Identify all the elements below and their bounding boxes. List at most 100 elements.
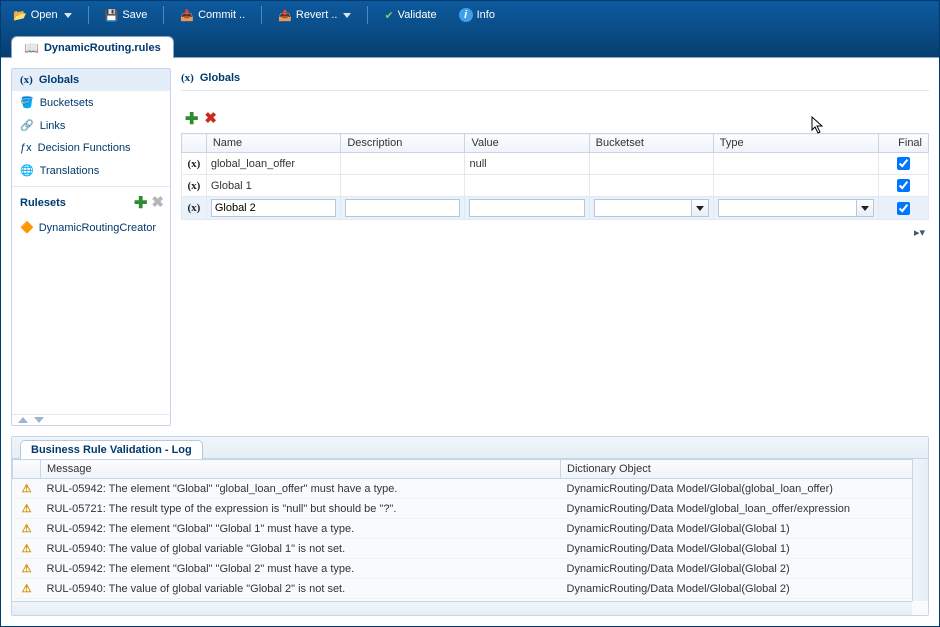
log-col-object[interactable]: Dictionary Object [561, 460, 928, 479]
col-name[interactable]: Name [206, 134, 341, 153]
log-msg: RUL-05721: The result type of the expres… [41, 499, 561, 519]
delete-row-icon[interactable]: ✖ [204, 109, 217, 129]
chevron-down-icon [343, 13, 351, 18]
log-row[interactable]: ⚠RUL-05940: The value of global variable… [13, 579, 928, 599]
ruleset-icon: 🔶 [20, 221, 34, 234]
add-row-icon[interactable]: ✚ [185, 109, 198, 129]
info-icon: i [459, 8, 473, 22]
save-button[interactable]: 💾 Save [99, 7, 154, 24]
log-header-row: Message Dictionary Object [13, 460, 928, 479]
open-button[interactable]: 📂 Open [7, 7, 78, 24]
log-row[interactable]: ⚠RUL-05940: The value of global variable… [13, 539, 928, 559]
cell-value[interactable]: null [465, 153, 589, 175]
cell-description[interactable] [341, 153, 465, 175]
x-icon: (x) [181, 72, 194, 84]
log-col-message[interactable]: Message [41, 460, 561, 479]
info-button[interactable]: i Info [453, 6, 501, 24]
dropdown-button[interactable] [691, 199, 709, 217]
rulesets-label: Rulesets [20, 197, 66, 209]
cell-bucketset[interactable] [589, 153, 713, 175]
col-description[interactable]: Description [341, 134, 465, 153]
col-type[interactable]: Type [713, 134, 879, 153]
cell-name[interactable]: global_loan_offer [206, 153, 341, 175]
name-input[interactable] [211, 199, 337, 217]
sidebar-item-decision-functions[interactable]: ƒx Decision Functions [12, 137, 170, 159]
final-checkbox[interactable] [897, 202, 910, 215]
disk-icon: 💾 [105, 9, 119, 22]
cell-type[interactable] [713, 175, 879, 197]
sidebar-item-translations[interactable]: 🌐 Translations [12, 159, 170, 182]
cell-type[interactable] [713, 153, 879, 175]
app-window: 📂 Open 💾 Save 📥 Commit .. 📤 Revert .. ✔ … [0, 0, 940, 627]
delete-ruleset-icon[interactable]: ✖ [151, 193, 164, 213]
ruleset-label: DynamicRoutingCreator [39, 222, 156, 234]
log-row[interactable]: ⚠RUL-05942: The element "Global" "global… [13, 479, 928, 499]
table-row[interactable]: (x) Global 1 [182, 175, 929, 197]
log-msg: RUL-05942: The element "Global" "Global … [41, 559, 561, 579]
log-obj: DynamicRouting/Data Model/Global(Global … [561, 519, 928, 539]
cell-type[interactable] [713, 197, 879, 220]
dropdown-button[interactable] [856, 199, 874, 217]
table-row[interactable]: (x) [182, 197, 929, 220]
cell-name[interactable] [206, 197, 341, 220]
separator [88, 6, 89, 24]
move-down-icon[interactable] [34, 417, 44, 423]
vertical-scrollbar[interactable] [912, 459, 928, 601]
check-icon: ✔ [384, 9, 393, 22]
cell-description[interactable] [341, 197, 465, 220]
sidebar: (x) Globals 🪣 Bucketsets 🔗 Links ƒx Deci… [11, 68, 171, 426]
x-icon: (x) [20, 74, 33, 86]
rulesets-heading: Rulesets ✚ ✖ [12, 186, 170, 217]
commit-button[interactable]: 📥 Commit .. [174, 7, 251, 24]
sidebar-item-label: Bucketsets [40, 97, 94, 109]
cell-name[interactable]: Global 1 [206, 175, 341, 197]
sidebar-item-links[interactable]: 🔗 Links [12, 114, 170, 137]
sidebar-item-globals[interactable]: (x) Globals [12, 69, 170, 91]
sidebar-item-label: Decision Functions [38, 142, 131, 154]
description-input[interactable] [345, 199, 460, 217]
ruleset-item[interactable]: 🔶 DynamicRoutingCreator [12, 217, 170, 238]
table-header-row: Name Description Value Bucketset Type Fi… [182, 134, 929, 153]
main-area: (x) Globals 🪣 Bucketsets 🔗 Links ƒx Deci… [1, 57, 939, 436]
cell-value[interactable] [465, 197, 589, 220]
type-input[interactable] [718, 199, 875, 217]
add-ruleset-icon[interactable]: ✚ [134, 193, 147, 213]
cell-description[interactable] [341, 175, 465, 197]
cell-bucketset[interactable] [589, 197, 713, 220]
separator [261, 6, 262, 24]
commit-icon: 📥 [180, 9, 194, 22]
function-icon: ƒx [20, 142, 32, 154]
final-checkbox[interactable] [897, 179, 910, 192]
scroll-right-icon[interactable]: ▸▾ [914, 226, 925, 239]
log-row[interactable]: ⚠RUL-05721: The result type of the expre… [13, 499, 928, 519]
log-row[interactable]: ⚠RUL-05942: The element "Global" "Global… [13, 519, 928, 539]
table-row[interactable]: (x) global_loan_offer null [182, 153, 929, 175]
warning-icon: ⚠ [20, 522, 34, 535]
validate-button[interactable]: ✔ Validate [378, 7, 442, 24]
cell-value[interactable] [465, 175, 589, 197]
cursor-icon [811, 116, 825, 134]
value-input[interactable] [469, 199, 584, 217]
log-row[interactable]: ⚠RUL-05942: The element "Global" "Global… [13, 559, 928, 579]
warning-icon: ⚠ [20, 542, 34, 555]
warning-icon: ⚠ [20, 582, 34, 595]
info-label: Info [477, 9, 495, 21]
row-x-icon: (x) [188, 202, 201, 214]
revert-label: Revert .. [296, 9, 338, 21]
sidebar-item-bucketsets[interactable]: 🪣 Bucketsets [12, 91, 170, 114]
move-up-icon[interactable] [18, 417, 28, 423]
file-tab[interactable]: 📖 DynamicRouting.rules [11, 36, 174, 58]
col-bucketset[interactable]: Bucketset [589, 134, 713, 153]
col-value[interactable]: Value [465, 134, 589, 153]
validation-tab-label: Business Rule Validation - Log [31, 444, 192, 456]
col-final[interactable]: Final [879, 134, 929, 153]
horizontal-scrollbar[interactable] [12, 601, 912, 615]
cell-bucketset[interactable] [589, 175, 713, 197]
folder-icon: 📂 [13, 9, 27, 22]
revert-button[interactable]: 📤 Revert .. [272, 7, 357, 24]
main-toolbar: 📂 Open 💾 Save 📥 Commit .. 📤 Revert .. ✔ … [1, 1, 939, 29]
col-icon-header [182, 134, 207, 153]
validation-tab[interactable]: Business Rule Validation - Log [20, 440, 203, 459]
final-checkbox[interactable] [897, 157, 910, 170]
open-label: Open [31, 9, 58, 21]
